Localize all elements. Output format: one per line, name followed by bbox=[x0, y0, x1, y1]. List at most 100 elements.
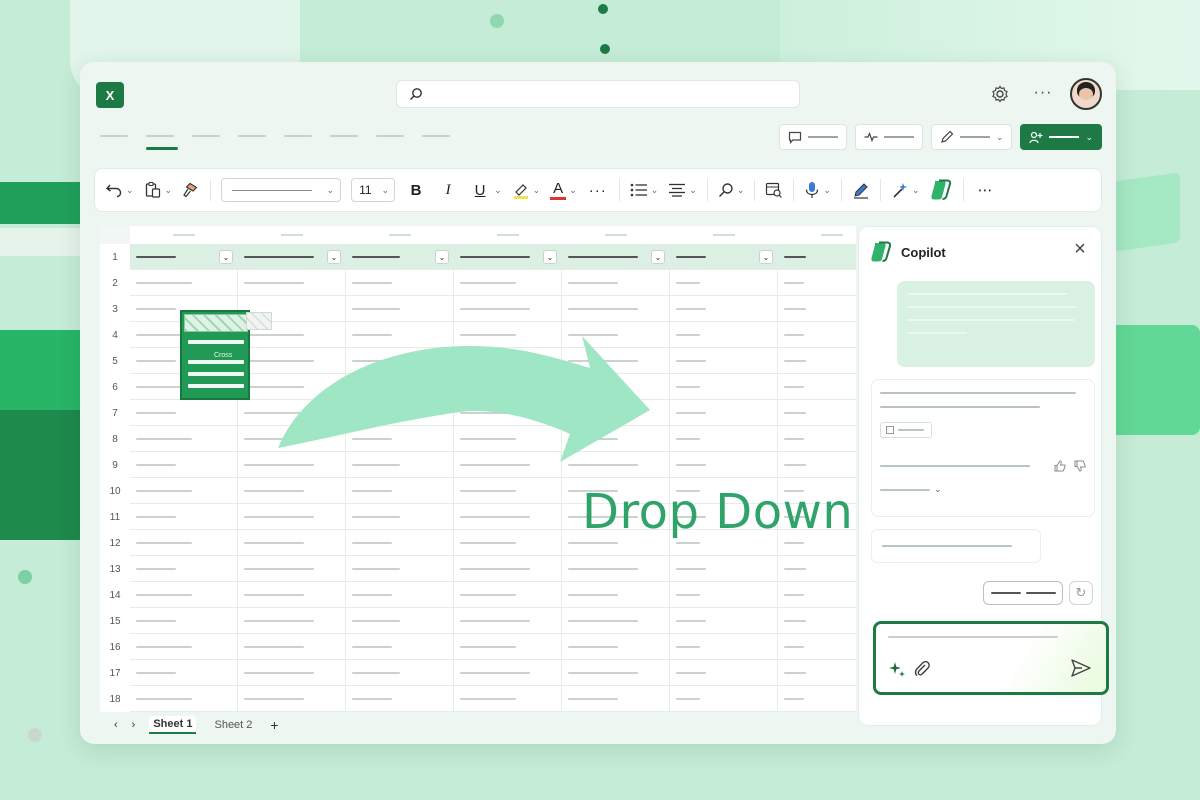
ribbon-tab[interactable] bbox=[330, 135, 358, 137]
cell[interactable] bbox=[670, 270, 778, 295]
cell[interactable] bbox=[454, 478, 562, 503]
prev-sheet-button[interactable]: ‹ bbox=[114, 719, 118, 731]
gear-icon[interactable] bbox=[990, 84, 1010, 104]
cell[interactable] bbox=[562, 556, 670, 581]
row-number[interactable]: 2 bbox=[100, 270, 130, 296]
cell[interactable] bbox=[562, 270, 670, 295]
cell[interactable] bbox=[454, 556, 562, 581]
next-sheet-button[interactable]: › bbox=[132, 719, 136, 731]
cell[interactable] bbox=[238, 504, 346, 529]
cell[interactable] bbox=[562, 686, 670, 711]
cell[interactable] bbox=[778, 374, 856, 399]
cell[interactable] bbox=[130, 530, 238, 555]
cell[interactable] bbox=[130, 426, 238, 451]
cell[interactable]: ⌄ bbox=[346, 244, 454, 269]
cell[interactable] bbox=[778, 634, 856, 659]
cell[interactable]: ⌄ bbox=[454, 244, 562, 269]
action-button[interactable] bbox=[983, 581, 1063, 605]
select-all-corner[interactable] bbox=[100, 226, 130, 244]
cell[interactable] bbox=[670, 634, 778, 659]
cell[interactable] bbox=[346, 504, 454, 529]
cell[interactable] bbox=[562, 296, 670, 321]
sparkle-icon[interactable] bbox=[888, 660, 906, 678]
avatar[interactable] bbox=[1070, 78, 1102, 110]
search-input[interactable] bbox=[396, 80, 800, 108]
cell[interactable] bbox=[130, 582, 238, 607]
cell[interactable] bbox=[130, 270, 238, 295]
font-color-button[interactable]: A ⌄ bbox=[550, 181, 577, 200]
ribbon-tab-active[interactable] bbox=[146, 135, 178, 150]
reference-chip[interactable] bbox=[880, 422, 932, 438]
draw-button[interactable] bbox=[852, 181, 870, 199]
cell[interactable] bbox=[346, 478, 454, 503]
cell[interactable] bbox=[454, 530, 562, 555]
cell[interactable] bbox=[670, 426, 778, 451]
cell[interactable] bbox=[670, 452, 778, 477]
share-button[interactable]: ⌄ bbox=[1020, 124, 1102, 150]
filter-dropdown-button[interactable]: ⌄ bbox=[327, 250, 341, 264]
cell[interactable] bbox=[670, 296, 778, 321]
filter-dropdown-button[interactable]: ⌄ bbox=[759, 250, 773, 264]
cell[interactable] bbox=[454, 634, 562, 659]
cell[interactable] bbox=[238, 556, 346, 581]
cell[interactable] bbox=[562, 608, 670, 633]
row-number[interactable]: 13 bbox=[100, 556, 130, 582]
bullets-button[interactable]: ⌄ bbox=[630, 183, 658, 197]
copilot-button[interactable] bbox=[929, 179, 953, 201]
cell[interactable] bbox=[346, 556, 454, 581]
cell[interactable] bbox=[670, 400, 778, 425]
cell[interactable] bbox=[562, 634, 670, 659]
dictate-button[interactable]: ⌄ bbox=[804, 181, 831, 199]
column-header[interactable] bbox=[562, 226, 670, 244]
cell[interactable] bbox=[670, 660, 778, 685]
row-number[interactable]: 14 bbox=[100, 582, 130, 608]
cell[interactable]: ⌄ bbox=[562, 244, 670, 269]
cell[interactable] bbox=[238, 270, 346, 295]
cell[interactable]: ⌄ bbox=[130, 244, 238, 269]
cell[interactable] bbox=[562, 660, 670, 685]
thumbs-up-icon[interactable] bbox=[1054, 460, 1066, 472]
activity-button[interactable] bbox=[854, 124, 923, 150]
cell[interactable] bbox=[562, 582, 670, 607]
cell[interactable] bbox=[670, 686, 778, 711]
send-icon[interactable] bbox=[1070, 658, 1092, 678]
column-header[interactable] bbox=[130, 226, 238, 244]
font-family-select[interactable]: ⌄ bbox=[221, 178, 342, 202]
column-header[interactable] bbox=[454, 226, 562, 244]
cell[interactable] bbox=[778, 452, 856, 477]
cell[interactable] bbox=[778, 660, 856, 685]
cell[interactable] bbox=[238, 582, 346, 607]
bold-button[interactable]: B bbox=[405, 178, 427, 202]
row-number[interactable]: 5 bbox=[100, 348, 130, 374]
ribbon-tab[interactable] bbox=[238, 135, 266, 137]
ribbon-tab[interactable] bbox=[284, 135, 312, 137]
cell[interactable] bbox=[778, 426, 856, 451]
filter-dropdown-button[interactable]: ⌄ bbox=[435, 250, 449, 264]
cell[interactable] bbox=[346, 270, 454, 295]
thumbs-down-icon[interactable] bbox=[1074, 460, 1086, 472]
cell[interactable] bbox=[238, 530, 346, 555]
comments-button[interactable] bbox=[778, 124, 847, 150]
cell[interactable] bbox=[238, 634, 346, 659]
cell[interactable] bbox=[454, 504, 562, 529]
cell[interactable] bbox=[346, 686, 454, 711]
cell[interactable] bbox=[346, 582, 454, 607]
cell[interactable] bbox=[130, 478, 238, 503]
cell[interactable] bbox=[778, 686, 856, 711]
cell[interactable] bbox=[778, 582, 856, 607]
cell[interactable]: ⌄ bbox=[778, 244, 856, 269]
row-number[interactable]: 1 bbox=[100, 244, 130, 270]
find-button[interactable]: ⌄ bbox=[718, 182, 744, 198]
cell[interactable] bbox=[778, 608, 856, 633]
sheet-tab-1[interactable]: Sheet 1 bbox=[149, 716, 197, 734]
cell[interactable] bbox=[778, 348, 856, 373]
cell[interactable] bbox=[454, 686, 562, 711]
cell[interactable] bbox=[130, 686, 238, 711]
row-number[interactable]: 12 bbox=[100, 530, 130, 556]
cell[interactable] bbox=[670, 322, 778, 347]
cell[interactable] bbox=[454, 660, 562, 685]
cell[interactable] bbox=[670, 556, 778, 581]
refresh-icon[interactable]: ↻ bbox=[1069, 581, 1093, 605]
cell[interactable] bbox=[454, 608, 562, 633]
align-button[interactable]: ⌄ bbox=[668, 183, 697, 197]
